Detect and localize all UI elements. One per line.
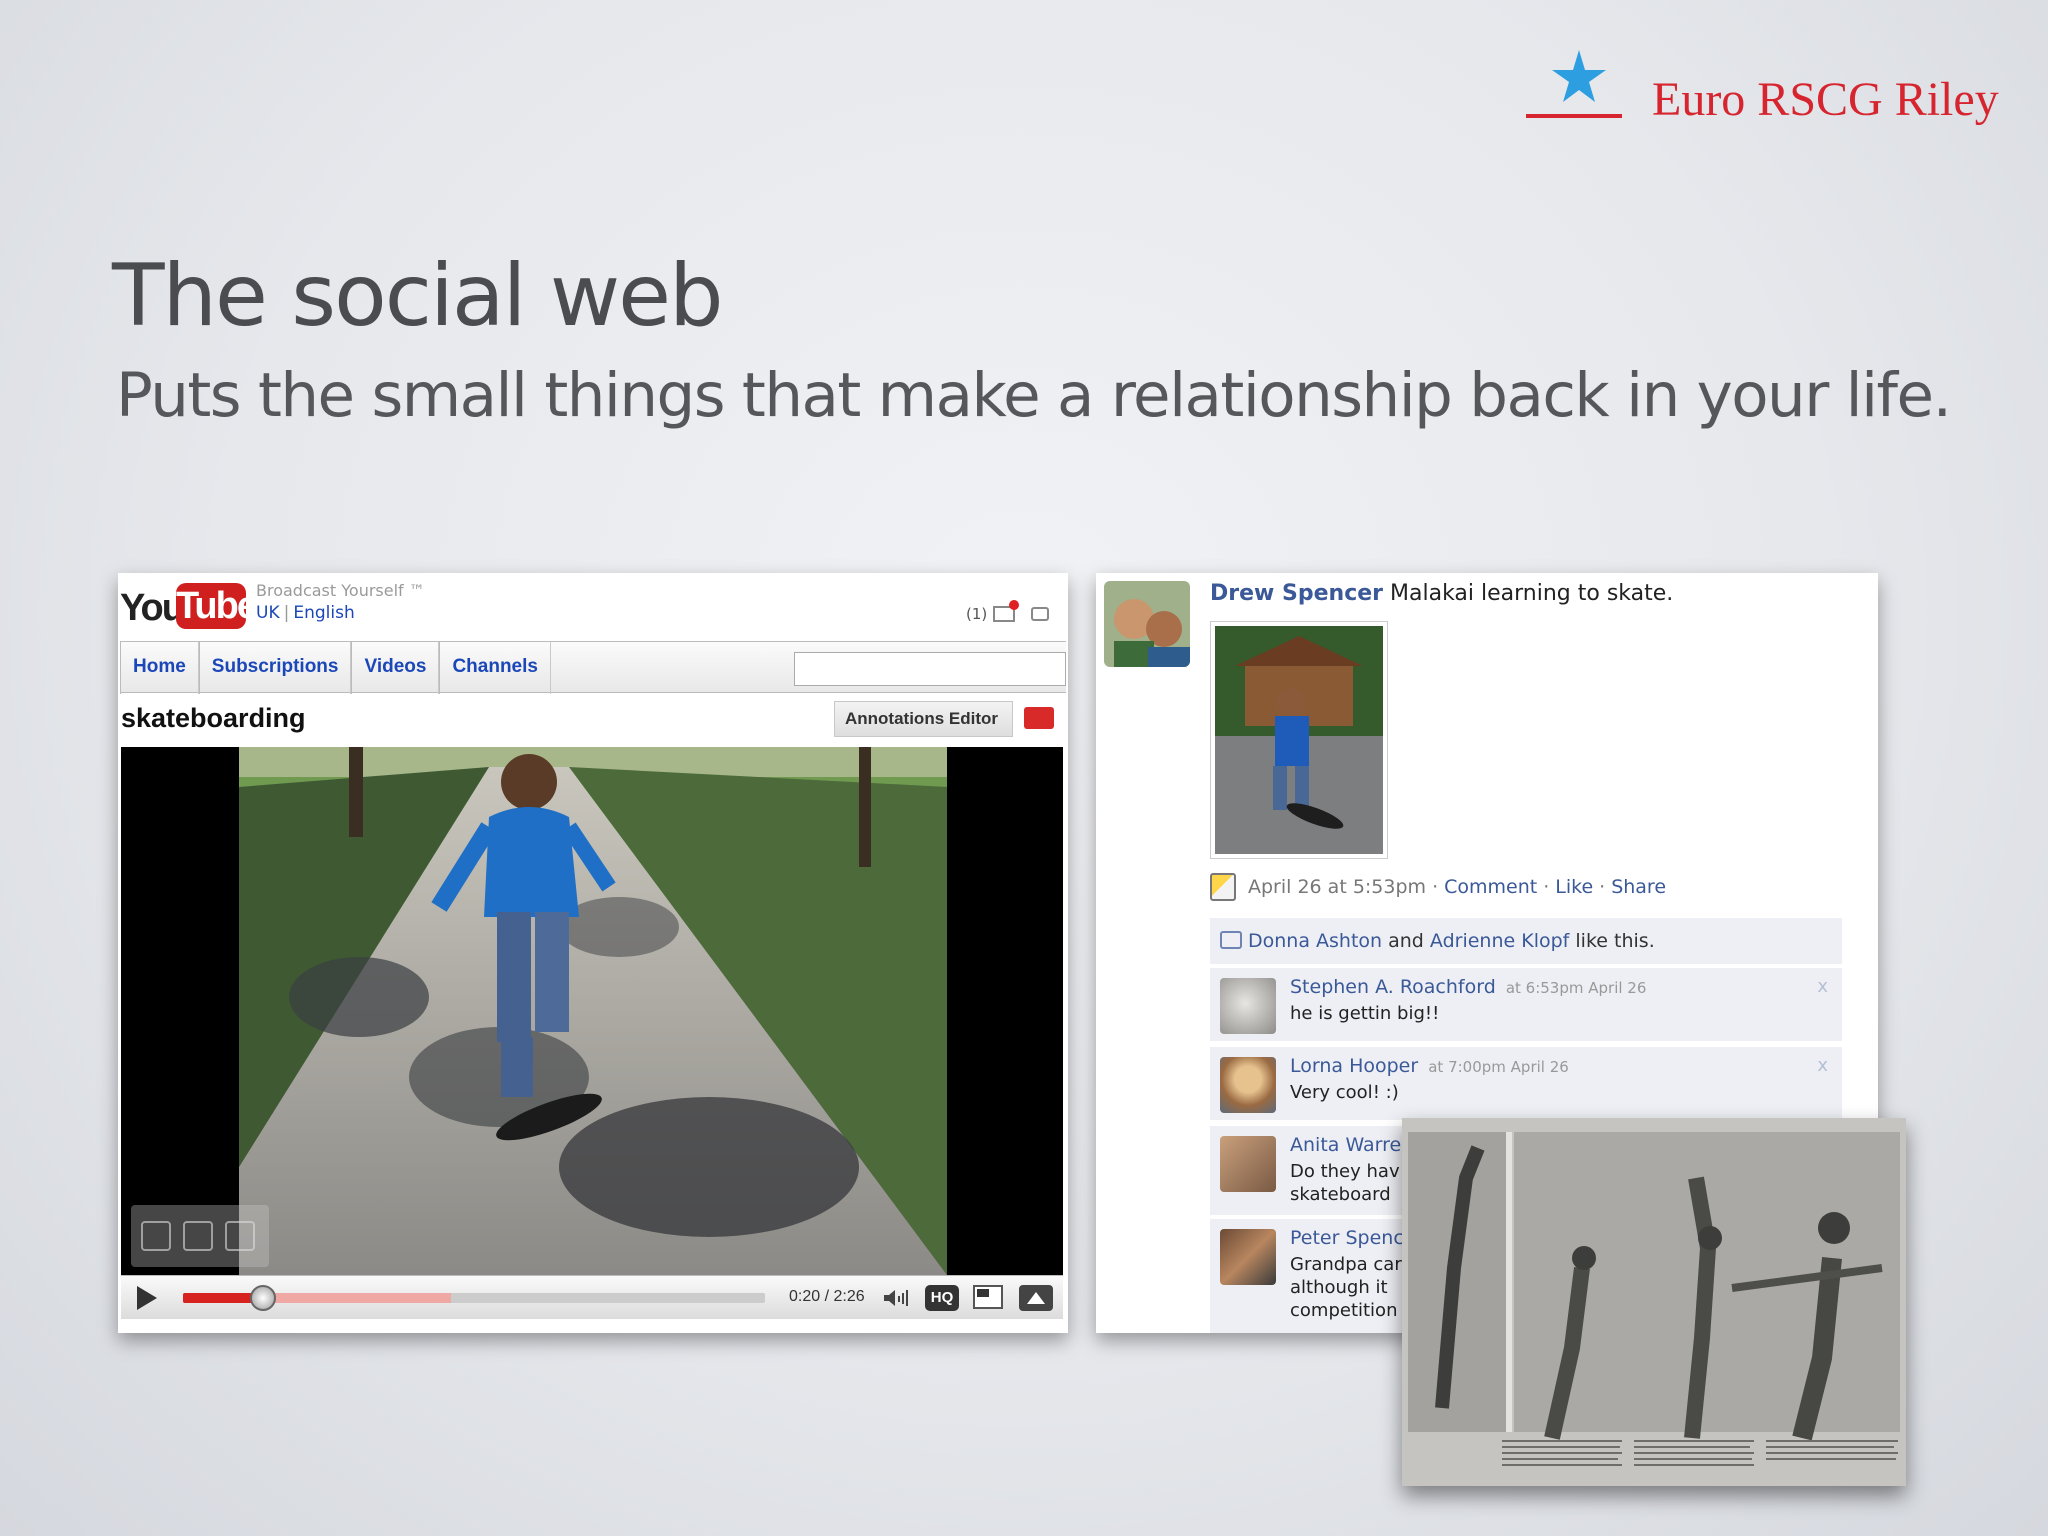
slide-subtitle: Puts the small things that make a relati… xyxy=(116,360,1952,431)
previous-annotation-icon[interactable] xyxy=(141,1221,171,1251)
close-icon[interactable]: x xyxy=(1817,976,1828,997)
locale-selector: UK | English xyxy=(256,603,355,623)
post-header: Drew Spencer Malakai learning to skate. xyxy=(1210,581,1673,606)
drew-avatar-image xyxy=(1104,581,1190,667)
annotation-widget[interactable] xyxy=(131,1205,269,1267)
comment-time: at 7:00pm April 26 xyxy=(1428,1058,1569,1076)
liker-link[interactable]: Donna Ashton xyxy=(1248,930,1382,952)
seek-handle[interactable] xyxy=(249,1285,276,1311)
brand-name: Euro RSCG Riley xyxy=(1652,73,1999,126)
comment-link[interactable]: Comment xyxy=(1444,876,1537,898)
comment-author-link[interactable]: Anita Warre xyxy=(1290,1134,1401,1156)
avatar[interactable] xyxy=(1220,1136,1276,1192)
annotations-editor-button[interactable]: Annotations Editor xyxy=(834,701,1013,737)
subscriptions-tv-icon[interactable] xyxy=(1031,607,1050,621)
youtube-logo-tube: Tube xyxy=(176,583,258,629)
player-size-icon[interactable] xyxy=(973,1285,1003,1309)
locale-country-link[interactable]: UK xyxy=(256,603,280,623)
star-logo-icon xyxy=(1526,50,1622,118)
player-controls: 0:20 / 2:26 HQ xyxy=(121,1275,1063,1319)
like-link[interactable]: Like xyxy=(1555,876,1593,898)
post-meta: April 26 at 5:53pm · Comment · Like · Sh… xyxy=(1210,873,1666,901)
post-photo[interactable] xyxy=(1210,621,1388,859)
avatar[interactable] xyxy=(1220,978,1276,1034)
post-text: Malakai learning to skate. xyxy=(1390,581,1674,606)
volume-icon[interactable] xyxy=(883,1288,909,1308)
avatar[interactable] xyxy=(1220,1229,1276,1285)
time-display: 0:20 / 2:26 xyxy=(789,1288,865,1305)
comment-author-link[interactable]: Lorna Hooper xyxy=(1290,1055,1418,1077)
skateboarder-video-image xyxy=(239,747,947,1275)
thumbs-up-icon xyxy=(1220,931,1242,949)
comment-text: Grandpa car although it competition xyxy=(1290,1254,1402,1321)
nav-tab-home[interactable]: Home xyxy=(120,642,199,694)
comment-item: Stephen A. Roachford at 6:53pm April 26 … xyxy=(1210,966,1842,1041)
close-icon[interactable]: x xyxy=(1817,1055,1828,1076)
hq-toggle-button[interactable]: HQ xyxy=(925,1285,959,1311)
nav-tab-channels[interactable]: Channels xyxy=(439,642,551,694)
likes-summary: Donna Ashton and Adrienne Klopf like thi… xyxy=(1210,918,1842,964)
video-frame xyxy=(239,747,947,1275)
comment-text: Do they hav skateboard xyxy=(1290,1161,1400,1205)
avatar[interactable] xyxy=(1220,1057,1276,1113)
avatar[interactable] xyxy=(1104,581,1190,667)
search-input[interactable] xyxy=(794,652,1066,686)
inbox-count: (1) xyxy=(966,605,988,623)
skate-photo-image xyxy=(1215,626,1383,854)
newspaper-clipping-image xyxy=(1402,1118,1906,1486)
locale-language-link[interactable]: English xyxy=(293,603,354,623)
youtube-screenshot: You Tube Broadcast Yourself ™ UK | English… xyxy=(118,573,1068,1333)
slide-title: The social web xyxy=(112,246,724,346)
add-annotation-icon[interactable] xyxy=(183,1221,213,1251)
comment-text: he is gettin big!! xyxy=(1290,1003,1440,1024)
nav-tab-videos[interactable]: Videos xyxy=(351,642,440,694)
notification-area: (1) xyxy=(966,600,1050,623)
comment-author-link[interactable]: Stephen A. Roachford xyxy=(1290,976,1496,998)
likes-joiner: and xyxy=(1388,930,1424,952)
inbox-mail-icon[interactable] xyxy=(993,600,1020,622)
play-icon[interactable] xyxy=(137,1286,157,1310)
comment-item: Lorna Hooper at 7:00pm April 26 Very coo… xyxy=(1210,1045,1842,1120)
newspaper-clipping-photo xyxy=(1402,1118,1906,1486)
youtube-logo[interactable]: You Tube xyxy=(120,577,258,629)
post-author-link[interactable]: Drew Spencer xyxy=(1210,581,1383,606)
comment-time: at 6:53pm April 26 xyxy=(1505,979,1647,997)
comment-text: Very cool! :) xyxy=(1290,1082,1399,1103)
post-timestamp[interactable]: April 26 at 5:53pm xyxy=(1248,876,1426,898)
video-player[interactable] xyxy=(121,747,1063,1275)
comment-author-link[interactable]: Peter Spenc xyxy=(1290,1227,1404,1249)
youtube-nav-bar: Home Subscriptions Videos Channels xyxy=(120,641,1066,694)
liker-link[interactable]: Adrienne Klopf xyxy=(1430,930,1569,952)
likes-suffix: like this. xyxy=(1575,930,1655,952)
youtube-tagline: Broadcast Yourself ™ xyxy=(256,581,425,600)
share-link[interactable]: Share xyxy=(1611,876,1666,898)
next-annotation-icon[interactable] xyxy=(225,1221,255,1251)
annotations-toggle-icon[interactable] xyxy=(1024,707,1054,729)
brand-logo: Euro RSCG Riley xyxy=(1524,48,2004,128)
video-title: skateboarding xyxy=(121,703,306,733)
youtube-logo-you: You xyxy=(120,587,185,629)
mobile-upload-icon xyxy=(1210,873,1236,901)
nav-tab-subscriptions[interactable]: Subscriptions xyxy=(198,642,352,694)
fullscreen-icon[interactable] xyxy=(1019,1285,1053,1311)
